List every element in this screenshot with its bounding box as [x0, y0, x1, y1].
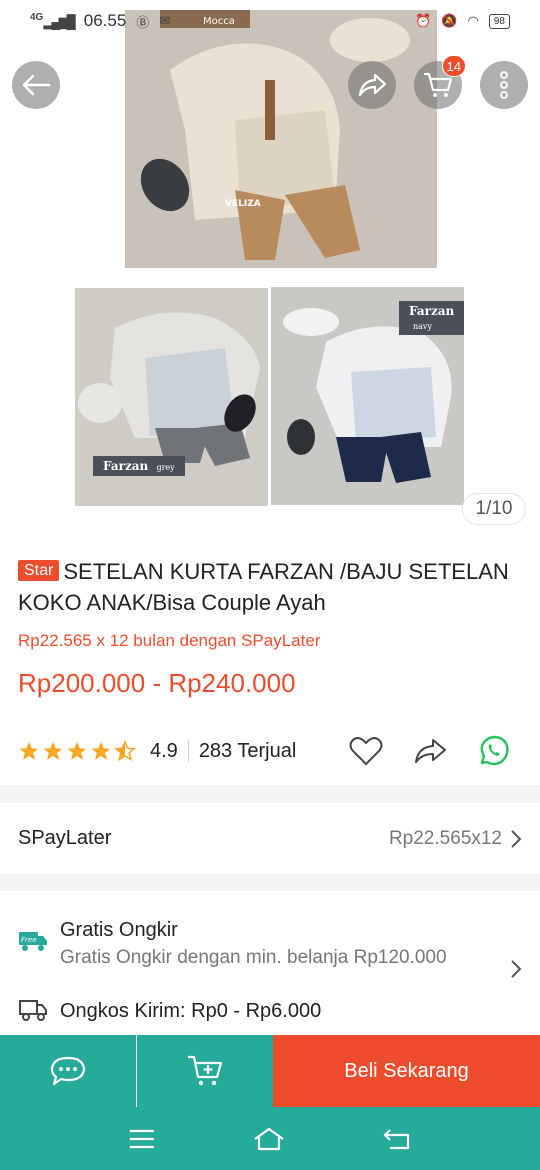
- chat-icon: [50, 1056, 86, 1086]
- home-icon[interactable]: [252, 1126, 286, 1152]
- status-bar: 4G▂▄▆█ 06.55 Ⓑ ✉ ⏰ 🔕 ◠ 98: [0, 0, 540, 42]
- spaylater-row[interactable]: SPayLater Rp22.565x12: [0, 803, 540, 875]
- star-full-icon: [91, 741, 111, 760]
- free-shipping-subtitle: Gratis Ongkir dengan min. belanja Rp120.…: [60, 947, 447, 968]
- photo-tag-navy: Farzan navy: [399, 301, 464, 335]
- back-nav-icon[interactable]: [382, 1127, 412, 1151]
- cart-count-badge: 14: [441, 55, 466, 77]
- arrow-left-icon: [22, 74, 51, 96]
- product-photo-navy[interactable]: Farzan navy: [271, 287, 464, 505]
- heart-icon[interactable]: [349, 736, 383, 766]
- chevron-right-icon: [511, 829, 522, 848]
- buy-now-button[interactable]: Beli Sekarang: [273, 1035, 540, 1107]
- alarm-icon: ⏰: [415, 13, 432, 28]
- free-shipping-title: Gratis Ongkir: [60, 919, 178, 941]
- whatsapp-icon[interactable]: [477, 734, 511, 768]
- section-separator: [0, 785, 540, 803]
- star-full-icon: [19, 741, 39, 760]
- share-button[interactable]: [348, 61, 396, 109]
- wifi-icon: ◠: [467, 13, 479, 28]
- chat-button[interactable]: [0, 1035, 136, 1107]
- chat-notification-icon: ✉: [159, 13, 171, 28]
- photo-tag-grey: Farzan grey: [93, 456, 185, 476]
- system-navigation-bar: [0, 1107, 540, 1170]
- product-title-block: Star SETELAN KURTA FARZAN /BAJU SETELAN K…: [18, 556, 523, 618]
- more-vertical-icon: [500, 71, 508, 99]
- veliza-watermark: VELIZA: [225, 199, 261, 209]
- rating-value: 4.9: [150, 739, 178, 762]
- product-gallery[interactable]: VELIZA Mocca Farzan grey Farzan navy 14 …: [0, 0, 540, 530]
- rating-stars: [18, 740, 136, 762]
- battery-indicator: 98: [488, 13, 510, 29]
- installment-info[interactable]: Rp22.565 x 12 bulan dengan SPayLater: [18, 631, 320, 651]
- sold-count: 283 Terjual: [198, 739, 297, 762]
- signal-indicator: 4G▂▄▆█: [30, 12, 76, 29]
- more-options-button[interactable]: [480, 61, 528, 109]
- image-counter: 1/10: [462, 493, 526, 525]
- star-half-icon: [114, 740, 136, 762]
- cart-button[interactable]: 14: [414, 55, 466, 109]
- svg-text:Free: Free: [21, 936, 37, 944]
- chevron-right-icon: [511, 960, 522, 978]
- truck-icon: [19, 1000, 47, 1021]
- menu-icon[interactable]: [128, 1128, 156, 1150]
- product-photo-grey[interactable]: Farzan grey: [75, 288, 268, 506]
- rating-divider: [187, 740, 189, 762]
- shipping-cost: Ongkos Kirim: Rp0 - Rp6.000: [60, 1000, 322, 1022]
- rating-row: 4.9 283 Terjual: [18, 732, 523, 770]
- product-price: Rp200.000 - Rp240.000: [18, 668, 296, 698]
- free-shipping-icon: Free: [19, 932, 47, 951]
- spaylater-value: Rp22.565x12: [389, 828, 522, 850]
- mute-icon: 🔕: [441, 13, 458, 28]
- section-separator: [0, 875, 540, 891]
- kurta-mocca-illustration: VELIZA Mocca: [125, 10, 437, 268]
- star-full-icon: [67, 741, 87, 760]
- add-to-cart-button[interactable]: [137, 1035, 273, 1107]
- notification-b-icon: Ⓑ: [136, 14, 150, 30]
- shipping-section[interactable]: Free Gratis Ongkir Gratis Ongkir dengan …: [0, 891, 540, 1036]
- share-icon: [358, 73, 387, 97]
- back-button[interactable]: [12, 61, 60, 109]
- star-full-icon: [43, 741, 63, 760]
- main-product-photo[interactable]: VELIZA Mocca: [125, 10, 437, 268]
- product-title: SETELAN KURTA FARZAN /BAJU SETELAN KOKO …: [18, 559, 509, 615]
- spaylater-label: SPayLater: [18, 827, 112, 849]
- star-seller-badge: Star: [18, 560, 60, 581]
- bottom-action-bar: Beli Sekarang: [0, 1035, 540, 1107]
- add-to-cart-icon: [188, 1055, 223, 1086]
- share-icon[interactable]: [413, 737, 447, 765]
- clock: 06.55: [83, 11, 127, 30]
